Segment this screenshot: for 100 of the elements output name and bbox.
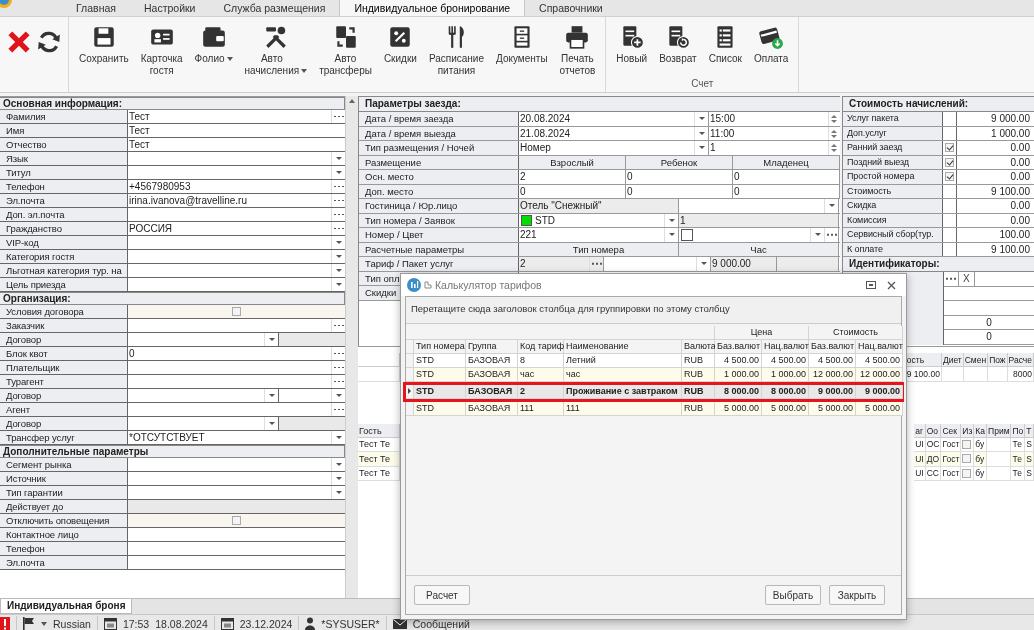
dropdown-button[interactable] (331, 250, 345, 263)
column-header[interactable]: Из (961, 423, 975, 438)
toolbar-button[interactable]: Карточка гостя (134, 22, 189, 79)
flag-icon[interactable] (23, 617, 35, 630)
column-header[interactable]: Баз.валют (809, 340, 856, 354)
ribbon-tab[interactable]: Настройки (129, 0, 210, 16)
spin-field[interactable]: 15:00 (709, 112, 839, 126)
toolbar-button[interactable]: Скидки (377, 22, 423, 67)
column-header[interactable]: Прим (987, 423, 1012, 438)
dropdown-button[interactable] (696, 257, 710, 271)
spin-button[interactable] (828, 112, 839, 126)
text-field[interactable]: 2 (519, 170, 626, 184)
dropdown-button[interactable] (664, 228, 678, 242)
column-header[interactable]: Тип номера (414, 340, 466, 354)
dropdown-button[interactable] (331, 152, 345, 165)
column-header[interactable]: Пож (988, 353, 1008, 367)
toolbar-button[interactable]: Авто трансферы (313, 22, 378, 79)
row-selector[interactable] (406, 385, 414, 399)
checkbox[interactable] (962, 439, 972, 449)
dropdown-button[interactable] (331, 472, 345, 485)
dropdown-button[interactable] (331, 264, 345, 277)
scrollbar[interactable] (345, 96, 358, 598)
dropdown-field[interactable]: 221 (519, 228, 679, 242)
checkbox[interactable] (232, 516, 241, 525)
spin-field[interactable]: 1 (709, 141, 839, 155)
column-header[interactable]: Гость (358, 423, 400, 438)
more-button[interactable] (944, 272, 959, 286)
checkbox[interactable] (945, 172, 954, 182)
dialog-button[interactable]: Выбрать (765, 585, 821, 605)
column-header[interactable]: Наименование (564, 340, 682, 354)
dropdown-button[interactable] (824, 199, 838, 213)
column-header[interactable]: Код тариф (518, 340, 564, 354)
color-picker[interactable] (679, 228, 839, 242)
dropdown-button[interactable] (264, 389, 278, 402)
text-field[interactable]: 2 (519, 257, 604, 271)
ribbon-tab[interactable]: Служба размещения (209, 0, 340, 16)
column-header[interactable]: Валюта (682, 340, 715, 354)
dropdown-button[interactable] (264, 417, 278, 430)
checkbox[interactable] (945, 157, 954, 167)
dropdown-button[interactable] (810, 228, 824, 242)
toolbar-button[interactable]: Авто начисления (238, 22, 314, 79)
envelope-icon[interactable] (392, 618, 407, 629)
spin-button[interactable] (828, 141, 839, 155)
calculate-button[interactable]: Расчет (414, 585, 470, 605)
dialog-button[interactable]: Закрыть (829, 585, 885, 605)
dropdown-field[interactable]: 20.08.2024 (519, 112, 709, 126)
ribbon-tab[interactable]: Индивидуальное бронирование (339, 0, 526, 16)
toolbar-button[interactable]: Фолио (188, 22, 239, 67)
text-field[interactable]: 0 (128, 347, 345, 360)
toolbar-button[interactable]: Оплата (747, 22, 795, 67)
text-field[interactable]: irina.ivanova@travelline.ru (128, 194, 345, 207)
dropdown-button[interactable] (331, 486, 345, 499)
column-header[interactable]: Нац.валют (762, 340, 809, 354)
column-header[interactable]: Ка (974, 423, 988, 438)
alert-icon[interactable] (0, 616, 10, 630)
column-header[interactable]: Диет (941, 353, 964, 367)
ribbon-tab[interactable]: Справочники (525, 0, 617, 16)
dropdown-field[interactable]: *ОТСУТСТВУЕТ (128, 431, 345, 444)
dropdown-button[interactable] (331, 166, 345, 179)
column-header[interactable]: По (1011, 423, 1026, 438)
table-row[interactable]: STD БАЗОВАЯ 8 Летний RUB 4 500.00 4 500.00 4 500.00 4 500.00 (406, 354, 901, 368)
column-header[interactable]: Т (1025, 423, 1034, 438)
table-row[interactable]: STD БАЗОВАЯ час час RUB 1 000.00 1 000.00 12 000.00 12 000.00 (406, 368, 901, 382)
app-logo[interactable] (0, 0, 14, 9)
column-header[interactable]: Нац.валют (856, 340, 903, 354)
checkbox[interactable] (962, 454, 972, 464)
dropdown-button[interactable] (331, 278, 345, 291)
checkbox[interactable] (962, 468, 972, 478)
toolbar-button[interactable]: Возврат (653, 22, 703, 67)
dropdown-button[interactable] (331, 236, 345, 249)
column-header[interactable]: аг (914, 423, 926, 438)
dropdown-field[interactable]: Номер (519, 141, 709, 155)
toolbar-button[interactable]: Печать отчетов (553, 22, 602, 79)
column-header[interactable]: Сек (941, 423, 962, 438)
dropdown-button[interactable] (694, 141, 708, 155)
toolbar-button[interactable]: Список (702, 22, 748, 67)
checkbox[interactable] (945, 143, 954, 153)
ribbon-tab[interactable]: Главная (62, 0, 130, 16)
spin-button[interactable] (828, 126, 839, 140)
column-header[interactable]: Баз.валют (715, 340, 762, 354)
dropdown-button[interactable] (331, 458, 345, 471)
text-field[interactable]: РОССИЯ (128, 222, 345, 235)
dropdown-button[interactable] (694, 112, 708, 126)
toolbar-button[interactable]: Документы (490, 22, 554, 67)
document-tab[interactable]: Индивидуальная броня (0, 599, 133, 614)
column-header[interactable]: Смен (963, 353, 989, 367)
dropdown-button[interactable] (264, 333, 278, 346)
column-header[interactable]: Группа (466, 340, 518, 354)
text-field[interactable]: +4567980953 (128, 180, 345, 193)
dropdown-button[interactable] (331, 431, 345, 444)
column-header[interactable]: Расче (1007, 353, 1034, 367)
table-row[interactable]: STD БАЗОВАЯ 111 111 RUB 5 000.00 5 000.00 5 000.00 5 000.00 (406, 402, 901, 416)
toolbar-button[interactable]: Расписание питания (422, 22, 490, 79)
toolbar-button[interactable]: Новый (610, 22, 654, 67)
text-field[interactable]: Тест (128, 110, 345, 123)
dropdown-button[interactable] (331, 389, 345, 402)
text-field[interactable]: 0 (626, 170, 733, 184)
text-field[interactable]: 0 (733, 170, 840, 184)
toolbar-button[interactable]: Сохранить (73, 22, 135, 67)
caret-icon[interactable] (41, 621, 47, 626)
